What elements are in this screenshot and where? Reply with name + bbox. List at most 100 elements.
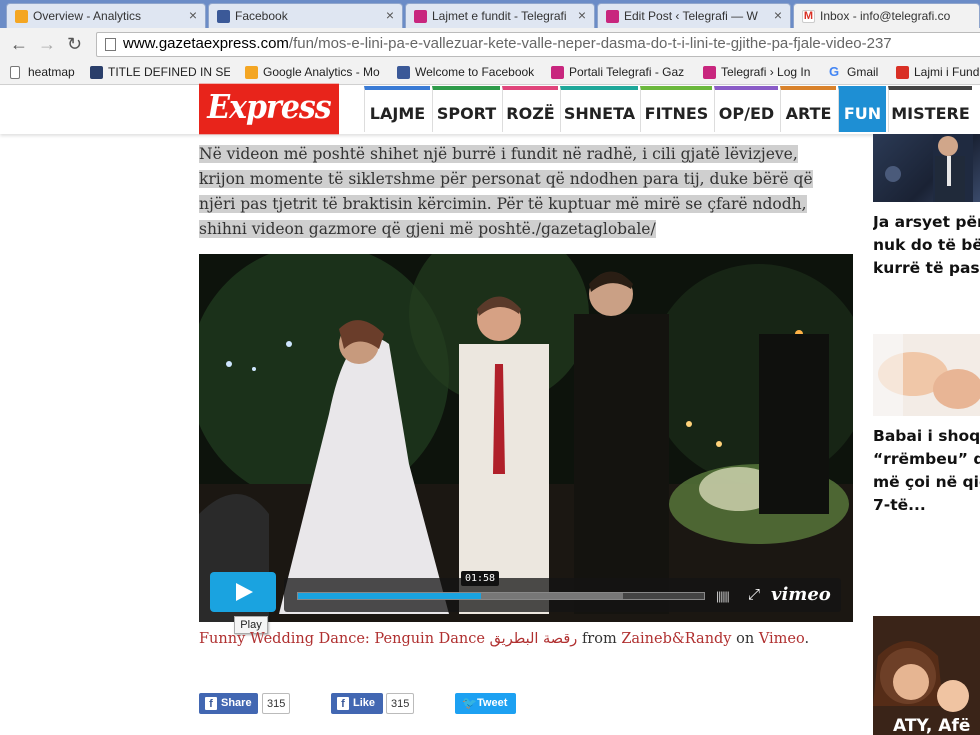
bookmark-heatmap[interactable]: heatmap — [10, 65, 80, 79]
share-count: 315 — [262, 693, 291, 714]
tab-telegrafi-news[interactable]: Lajmet e fundit - Telegrafi × — [405, 3, 595, 28]
reload-icon[interactable]: ↻ — [67, 34, 82, 55]
sidebar-thumbnail-3[interactable]: ATY, Afë — [873, 616, 980, 735]
nav-arte[interactable]: ARTE — [780, 86, 836, 132]
like-count: 315 — [386, 693, 415, 714]
page-icon — [105, 38, 116, 51]
video-progress-fill — [298, 593, 481, 599]
nav-fitnes[interactable]: FITNES — [640, 86, 712, 132]
tab-bar: Overview - Analytics × Facebook × Lajmet… — [0, 0, 980, 28]
caption-period: . — [804, 631, 810, 647]
article-intro-text: Në videon më poshtë shihet një burrë i f… — [199, 145, 813, 238]
tab-title: Facebook — [235, 9, 288, 23]
nav-roze[interactable]: ROZË — [502, 86, 558, 132]
bookmark-gmail[interactable]: G Gmail — [829, 65, 884, 79]
vimeo-link[interactable]: Vimeo — [759, 631, 805, 647]
bookmark-title-defined[interactable]: TITLE DEFINED IN SET — [90, 65, 230, 79]
sidebar-item-1-title[interactable]: Ja arsyet përs nuk do të bëhi kurrë të p… — [873, 211, 980, 280]
sidebar-line: nuk do të bëhi — [873, 236, 980, 254]
tab-edit-post[interactable]: Edit Post ‹ Telegrafi — W × — [597, 3, 791, 28]
browser-toolbar: ← → ↻ www.gazetaexpress.com/fun/mos-e-li… — [0, 28, 980, 61]
bookmark-portali-telegrafi[interactable]: Portali Telegrafi - Gaz — [551, 65, 689, 79]
telegrafi-icon — [414, 10, 427, 23]
analytics-icon — [245, 66, 258, 79]
sidebar-thumbnail-2[interactable] — [873, 334, 980, 416]
volume-icon[interactable]: |||||| — [716, 589, 730, 603]
telegrafi-icon — [606, 10, 619, 23]
site-logo[interactable]: Express — [199, 83, 339, 135]
tab-title: Edit Post ‹ Telegrafi — W — [624, 9, 758, 23]
bookmark-icon — [896, 66, 909, 79]
facebook-share-button[interactable]: f Share — [199, 693, 258, 714]
facebook-like-button[interactable]: f Like — [331, 693, 383, 714]
sidebar-line: 7-të... — [873, 496, 926, 514]
facebook-icon: f — [337, 697, 349, 710]
url-path: /fun/mos-e-lini-pa-e-vallezuar-kete-vall… — [288, 35, 892, 52]
close-icon[interactable]: × — [189, 7, 197, 23]
sidebar-item-3-title: ATY, Afë — [893, 716, 971, 735]
sidebar-line: më çoi në qiel — [873, 473, 980, 491]
nav-mistere[interactable]: MISTERE — [888, 86, 972, 132]
bookmark-facebook[interactable]: Welcome to Facebook — [397, 65, 535, 79]
bookmark-label: heatmap — [28, 65, 75, 79]
forward-arrow-icon[interactable]: → — [38, 34, 56, 55]
google-icon: G — [829, 65, 840, 79]
tab-title: Inbox - info@telegrafi.co — [820, 9, 951, 23]
video-progress-bar[interactable] — [297, 592, 705, 600]
close-icon[interactable]: × — [578, 7, 586, 23]
video-player[interactable] — [199, 254, 853, 622]
bookmark-google-analytics[interactable]: Google Analytics - Mo — [245, 65, 385, 79]
nav-sport[interactable]: SPORT — [432, 86, 500, 132]
bookmark-lajmi-fund[interactable]: Lajmi i Fund — [896, 65, 980, 79]
share-label: Share — [221, 697, 252, 709]
bookmark-label: Portali Telegrafi - Gaz — [569, 65, 685, 79]
nav-oped[interactable]: OP/ED — [714, 86, 778, 132]
sidebar-thumbnail-1[interactable] — [873, 134, 980, 202]
tab-facebook[interactable]: Facebook × — [208, 3, 403, 28]
tweet-label: Tweet — [477, 697, 508, 709]
article-intro: Në videon më poshtë shihet një burrë i f… — [199, 142, 839, 242]
bookmark-label: Telegrafi › Log In — [721, 65, 811, 79]
tweet-button[interactable]: 🐦 Tweet — [455, 693, 516, 714]
tab-title: Lajmet e fundit - Telegrafi — [432, 9, 567, 23]
sidebar-item-2-title[interactable]: Babai i shoqe “rrëmbeu” dh më çoi në qie… — [873, 425, 980, 517]
fullscreen-icon[interactable]: ⤢ — [748, 586, 760, 603]
twitter-icon: 🐦 — [462, 696, 477, 710]
video-frame — [199, 254, 853, 622]
site-header: Express LAJME SPORT ROZË SHNETA FITNES O… — [0, 83, 980, 135]
tab-gmail-inbox[interactable]: M Inbox - info@telegrafi.co — [793, 3, 980, 28]
play-button[interactable] — [210, 572, 276, 612]
page-icon — [10, 66, 20, 79]
sidebar-line: “rrëmbeu” dh — [873, 450, 980, 468]
sidebar-image-1 — [885, 134, 973, 202]
facebook-icon — [397, 66, 410, 79]
bookmark-label: Welcome to Facebook — [415, 65, 535, 79]
video-caption: Funny Wedding Dance: Penguin Dance رقصة … — [199, 631, 809, 647]
video-title-link[interactable]: Funny Wedding Dance: Penguin Dance رقصة … — [199, 631, 577, 647]
bookmark-label: Google Analytics - Mo — [263, 65, 380, 79]
bookmark-icon — [90, 66, 103, 79]
bookmark-label: Gmail — [847, 65, 879, 79]
close-icon[interactable]: × — [386, 7, 394, 23]
author-link[interactable]: Zaineb&Randy — [621, 631, 731, 647]
telegrafi-icon — [703, 66, 716, 79]
telegrafi-icon — [551, 66, 564, 79]
vimeo-logo[interactable]: vimeo — [771, 584, 831, 605]
bookmark-telegrafi-login[interactable]: Telegrafi › Log In — [703, 65, 817, 79]
sidebar-image-2 — [873, 334, 980, 416]
back-arrow-icon[interactable]: ← — [10, 34, 28, 55]
facebook-icon — [217, 10, 230, 23]
sidebar-line: kurrë të pasu — [873, 259, 980, 277]
tab-title: Overview - Analytics — [33, 9, 142, 23]
tab-analytics[interactable]: Overview - Analytics × — [6, 3, 206, 28]
bookmark-label: TITLE DEFINED IN SET — [108, 65, 230, 79]
sidebar-line: Babai i shoqe — [873, 427, 980, 445]
video-buffer-fill — [480, 593, 623, 599]
address-bar[interactable]: www.gazetaexpress.com/fun/mos-e-lini-pa-… — [96, 32, 980, 57]
close-icon[interactable]: × — [774, 7, 782, 23]
bookmark-label: Lajmi i Fund — [914, 65, 980, 79]
nav-lajme[interactable]: LAJME — [364, 86, 430, 132]
caption-from: from — [581, 631, 617, 647]
nav-fun[interactable]: FUN — [838, 86, 886, 132]
nav-shneta[interactable]: SHNETA — [560, 86, 638, 132]
